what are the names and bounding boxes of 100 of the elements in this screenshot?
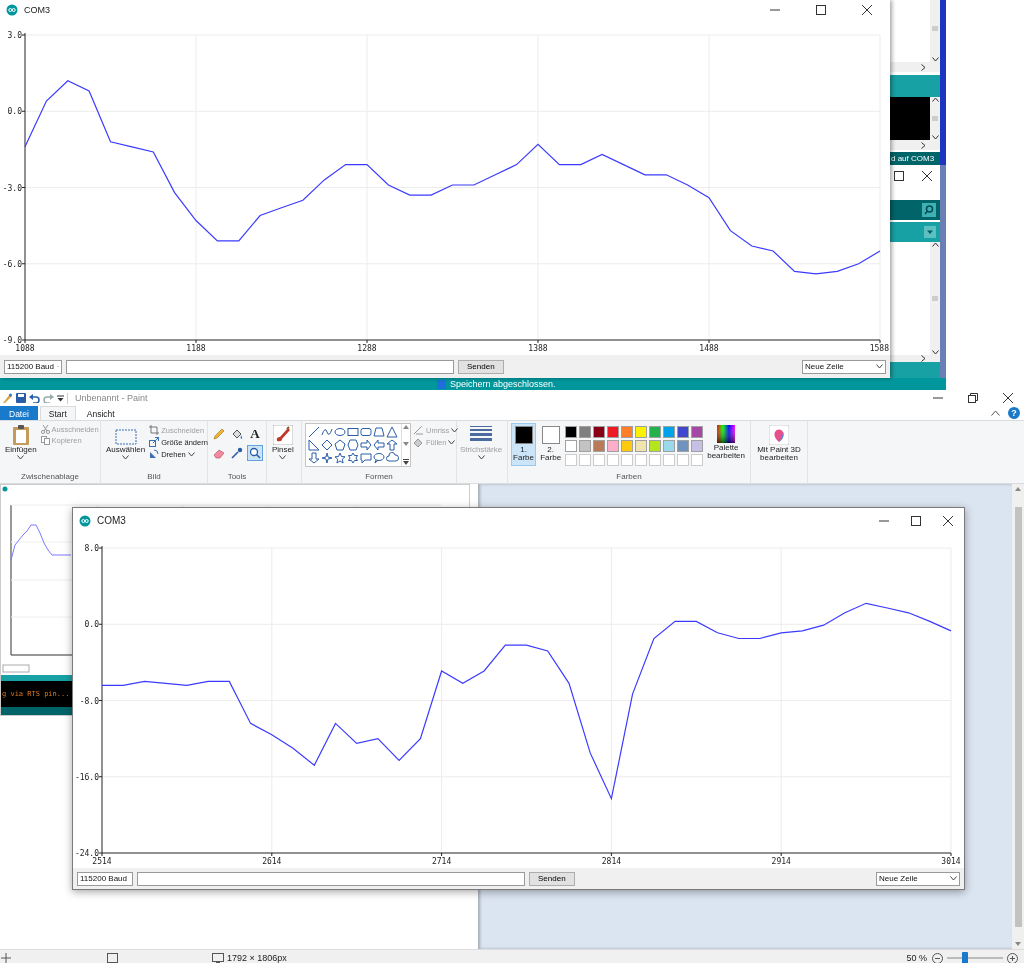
message-input[interactable] [137,871,525,886]
window-icon [437,379,446,389]
slider-thumb[interactable] [962,952,968,963]
tick-label: -8.0 [79,696,99,706]
brush-button[interactable]: Pinsel [270,423,296,463]
restore-icon[interactable] [968,393,978,403]
magnifier-icon [249,447,261,459]
maximize-icon[interactable] [816,5,826,15]
baud-select[interactable]: 115200 Baud [4,359,62,374]
text-tool[interactable]: A [247,426,263,442]
color-swatch[interactable] [565,440,578,452]
group-label: Zwischenablage [21,472,79,481]
color-swatch[interactable] [635,440,648,452]
undo-icon[interactable] [29,393,40,403]
color-swatch[interactable] [691,426,704,438]
zoom-in-icon[interactable] [1007,952,1018,963]
zoom-out-icon[interactable] [932,952,943,963]
selection-icon [114,429,137,445]
color-swatch[interactable] [621,426,634,438]
magnifier-tool[interactable] [247,445,263,461]
edit-palette-button[interactable]: Palette bearbeiten [705,423,747,463]
tick-label: 1388 [528,344,548,353]
message-input[interactable] [66,359,454,374]
scrollbar[interactable] [930,97,940,140]
line-ending-select[interactable]: Neue Zeile [876,871,960,886]
chevron-right-icon [921,63,926,71]
maximize-icon[interactable] [911,515,921,526]
eyedropper-icon [231,447,243,459]
caret-icon [122,455,130,461]
save-icon[interactable] [16,393,26,403]
tick-label: 0.0 [7,107,22,117]
maximize-icon[interactable] [894,171,904,181]
color-swatch[interactable] [677,426,690,438]
caret-icon [876,364,883,369]
scissors-icon [40,425,50,434]
send-button[interactable]: Senden [529,871,575,886]
tick-label: 1288 [357,344,377,353]
color-swatch[interactable] [607,440,620,452]
collapse-ribbon-icon[interactable] [991,410,1000,416]
send-button[interactable]: Senden [458,359,504,374]
file-menu-button[interactable]: Datei [0,406,38,420]
color-swatch[interactable] [663,426,676,438]
color-swatch[interactable] [691,440,704,452]
customize-icon[interactable] [57,394,64,402]
tick-label: 2614 [262,857,282,866]
scrollbar[interactable] [930,0,940,62]
shapes-drawing[interactable] [307,425,400,465]
color-swatch[interactable] [579,440,592,452]
select-button[interactable]: Auswählen [104,423,148,463]
tick-label: -6.0 [2,259,22,269]
color-swatch[interactable] [649,426,662,438]
ribbon-tab[interactable]: Start [39,406,76,420]
color-swatch[interactable] [635,426,648,438]
tick-label: 1588 [869,344,889,353]
window-title: Unbenannt - Paint [75,393,149,403]
paste-button[interactable]: Einfügen [3,423,39,463]
color-swatch[interactable] [663,440,676,452]
ribbon-tab[interactable]: Ansicht [77,406,124,420]
color-swatch[interactable] [607,426,620,438]
more-icon[interactable] [403,459,409,465]
tick-label: 8.0 [84,544,99,553]
canvas-size-icon [212,953,224,963]
status-message: Speichern abgeschlossen. [450,379,556,389]
scrollbar-thumb[interactable] [932,26,938,31]
close-icon[interactable] [922,171,932,181]
scroll-down-icon[interactable] [403,442,409,446]
close-icon[interactable] [862,5,872,15]
close-icon[interactable] [943,515,953,526]
scrollbar[interactable] [1012,484,1024,949]
scroll-up-icon[interactable] [403,425,409,429]
color-swatch[interactable] [593,426,606,438]
chevron-down-icon [931,350,939,355]
color-swatch[interactable] [677,440,690,452]
line-widths-icon [469,425,493,441]
scroll-up-icon[interactable] [1015,487,1021,491]
tick-label: -3.0 [2,183,22,193]
clipboard-icon [11,425,30,445]
paint-3d-button[interactable]: Mit Paint 3D bearbeiten [754,423,804,465]
baud-select[interactable]: 115200 Baud [77,871,133,886]
close-icon[interactable] [1003,393,1013,403]
scrollbar-thumb[interactable] [932,296,938,301]
color-swatch[interactable] [649,440,662,452]
scroll-down-icon[interactable] [1015,942,1021,946]
dropdown-icon[interactable] [924,226,936,238]
color-slot-button[interactable]: 1. Farbe [511,423,537,466]
crop-icon [149,425,160,435]
color-swatch[interactable] [593,440,606,452]
color-picker-tool[interactable] [229,445,245,461]
line-ending-select[interactable]: Neue Zeile [802,359,886,374]
fill-icon [413,437,424,447]
caret-icon [950,876,957,881]
color-swatch[interactable] [579,426,592,438]
color-swatch[interactable] [565,426,578,438]
search-icon[interactable] [922,203,936,217]
window-title: COM3 [97,515,127,526]
help-button[interactable]: ? [1008,407,1020,419]
color-slot-button[interactable]: 2. Farbe [538,423,564,466]
scrollbar[interactable] [930,242,940,355]
scrollbar-thumb[interactable] [932,116,938,121]
color-swatch[interactable] [621,440,634,452]
